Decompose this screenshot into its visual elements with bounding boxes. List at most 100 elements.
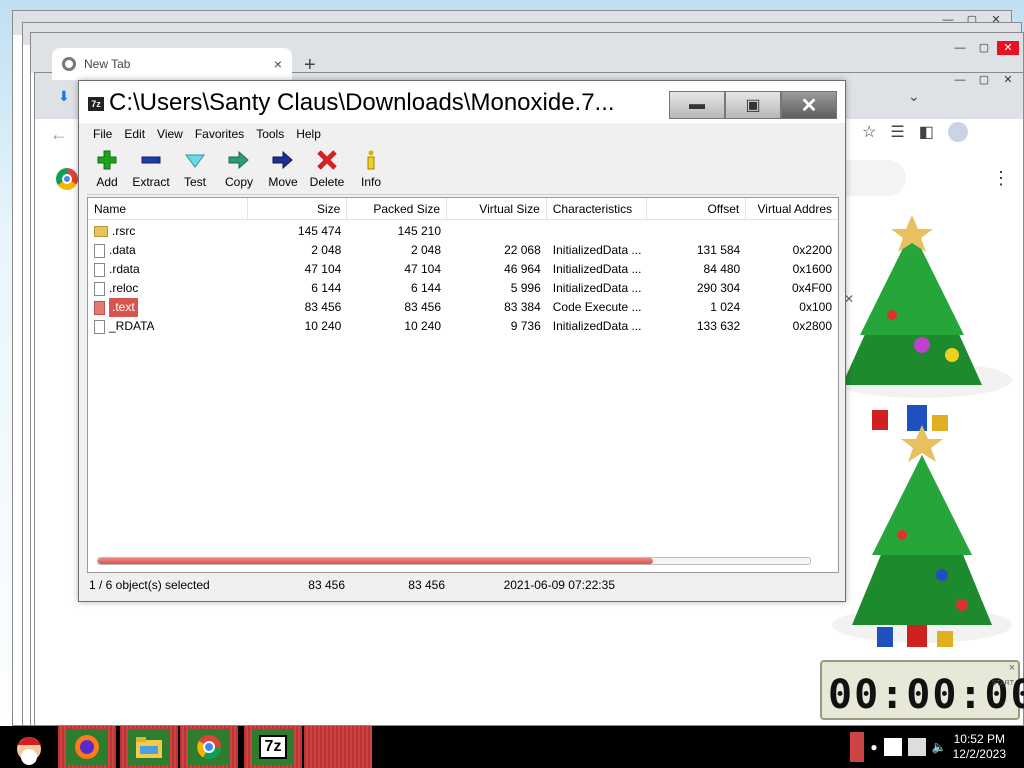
star-icon[interactable]: ☆ [862,122,876,142]
taskbar-chrome[interactable] [180,726,238,768]
timer-display: 00:00:00 [828,672,1024,718]
info-icon [360,149,382,171]
status-size: 83 456 [308,578,345,592]
minimize-icon[interactable]: — [949,41,971,55]
maximize-icon[interactable]: ▢ [973,41,995,55]
chrome-icon [197,735,221,760]
file-icon [94,300,105,315]
search-box[interactable] [842,160,906,196]
close-icon[interactable]: ✕ [997,41,1019,55]
column-virtual-address[interactable]: Virtual Addres [746,198,838,220]
menu-help[interactable]: Help [290,125,327,143]
status-packed: 83 456 [408,578,445,592]
maximize-icon[interactable]: ▢ [973,73,995,87]
clock-time: 10:52 PM [953,732,1005,746]
window-controls-1: — ▢ ✕ [949,41,1019,55]
progress-bar [97,557,811,565]
side-panel-icon[interactable]: ◧ [919,122,934,142]
delete-button[interactable]: Delete [307,147,347,194]
action-center-flag-icon[interactable] [883,738,902,756]
tab-new-tab[interactable]: New Tab × [52,48,292,80]
reading-list-icon[interactable]: ☰ [890,122,904,142]
show-hidden-icons-icon[interactable]: ● [870,740,877,754]
sevenzip-taskbar-icon: 7z [258,735,288,759]
menu-view[interactable]: View [151,125,189,143]
table-row[interactable]: .reloc 6 144 6 144 5 996 InitializedData… [88,279,838,298]
menu-bar: File Edit View Favorites Tools Help [87,125,327,143]
minimize-icon[interactable]: — [949,73,971,87]
timer-widget[interactable]: 00:00:00 × START [820,660,1024,720]
column-size[interactable]: Size [248,198,348,220]
browser-toolbar-right: ☆ ☰ ◧ [862,122,968,142]
start-button[interactable] [4,726,54,768]
system-tray: ● 🔈 10:52 PM 12/2/2023 [850,726,1024,768]
back-arrow-icon[interactable]: ← [50,124,68,145]
table-row[interactable]: .rsrc 145 474 145 210 [88,222,838,241]
sevenzip-title-bar[interactable]: 7z C:\Users\Santy Claus\Downloads\Monoxi… [79,81,845,123]
table-row[interactable]: .rdata 47 104 47 104 46 964 InitializedD… [88,260,838,279]
copy-button[interactable]: Copy [219,147,259,194]
tray-decoration [850,732,865,762]
file-list[interactable]: Name Size Packed Size Virtual Size Chara… [87,197,839,573]
table-row[interactable]: _RDATA 10 240 10 240 9 736 InitializedDa… [88,317,838,336]
move-button[interactable]: Move [263,147,303,194]
menu-favorites[interactable]: Favorites [189,125,250,143]
file-icon [94,281,105,296]
file-icon [94,319,105,334]
maximize-button[interactable]: ▣ [725,91,781,119]
browser-window-controls: — ▢ ✕ [949,73,1019,87]
more-menu-icon[interactable]: ⋮ [992,168,1010,189]
x-icon [316,149,338,171]
menu-edit[interactable]: Edit [118,125,151,143]
tab-title: New Tab [84,57,131,71]
test-button[interactable]: Test [175,147,215,194]
timer-start-label[interactable]: START [992,680,1014,687]
menu-tools[interactable]: Tools [250,125,290,143]
sevenzip-window: 7z C:\Users\Santy Claus\Downloads\Monoxi… [78,80,846,602]
taskbar-file-explorer[interactable] [120,726,178,768]
window-title: C:\Users\Santy Claus\Downloads\Monoxide.… [109,89,615,116]
file-icon [94,243,105,258]
table-row-selected[interactable]: .text 83 456 83 456 83 384 Code Execute … [88,298,838,317]
taskbar-firefox[interactable] [58,726,116,768]
close-icon: ✕ [800,94,818,117]
extract-button[interactable]: Extract [131,147,171,194]
double-arrow-right-icon [228,149,250,171]
firefox-icon [75,735,99,759]
column-virtual-size[interactable]: Virtual Size [447,198,547,220]
column-packed-size[interactable]: Packed Size [347,198,448,220]
taskbar-empty-slot[interactable] [304,726,372,768]
minimize-button[interactable]: ▬ [669,91,725,119]
chrome-logo-icon [56,168,78,190]
status-modified: 2021-06-09 07:22:35 [503,578,615,592]
tab-close-icon[interactable]: × [274,56,282,72]
volume-icon[interactable]: 🔈 [932,740,947,754]
status-selection: 1 / 6 object(s) selected [89,578,210,592]
globe-icon [62,57,76,71]
column-offset[interactable]: Offset [647,198,747,220]
progress-fill [98,558,654,564]
profile-avatar-icon[interactable] [947,122,968,142]
table-row[interactable]: .data 2 048 2 048 22 068 InitializedData… [88,241,838,260]
close-button[interactable]: ✕ [781,91,837,119]
timer-close-icon[interactable]: × [1009,662,1015,674]
menu-file[interactable]: File [87,125,118,143]
system-clock[interactable]: 10:52 PM 12/2/2023 [953,732,1006,762]
file-rows: .rsrc 145 474 145 210 .data 2 048 2 048 … [88,222,838,336]
close-icon[interactable]: ✕ [997,73,1019,87]
new-tab-icon[interactable]: + [304,54,316,77]
status-bar: 1 / 6 object(s) selected 83 456 83 456 2… [87,575,837,595]
taskbar-sevenzip[interactable]: 7z [244,726,302,768]
column-characteristics[interactable]: Characteristics [547,198,647,220]
add-button[interactable]: Add [87,147,127,194]
check-icon [184,149,206,171]
download-icon[interactable]: ⬇ [58,88,70,105]
taskbar: 7z ● 🔈 10:52 PM 12/2/2023 [0,726,1024,768]
minus-icon [140,149,162,171]
column-name[interactable]: Name [88,198,248,220]
info-button[interactable]: Info [351,147,391,194]
network-icon[interactable] [907,738,926,756]
tabs-dropdown-icon[interactable]: ⌄ [908,88,920,105]
folder-icon [136,737,162,758]
sevenzip-app-icon: 7z [88,97,104,111]
